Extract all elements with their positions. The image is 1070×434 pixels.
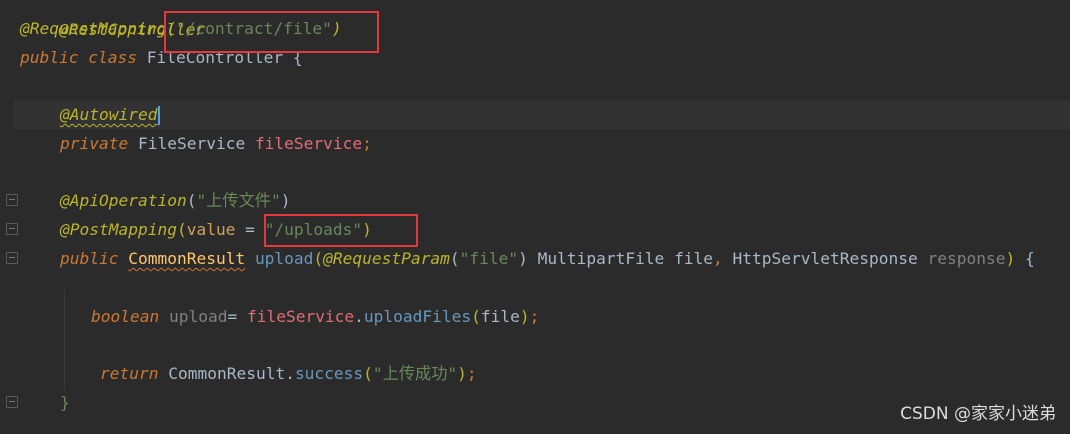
attribute-token: value <box>186 220 236 239</box>
keyword-token: public <box>20 48 79 67</box>
code-line-autowired[interactable]: @Autowired <box>60 100 161 129</box>
highlight-box-contract-path <box>164 11 379 53</box>
code-line-return[interactable]: return CommonResult.success("上传成功"); <box>100 359 477 388</box>
paren-token: ( <box>471 307 481 326</box>
semicolon-token: ; <box>529 307 540 326</box>
method-call-token: uploadFiles <box>363 307 472 326</box>
text-caret <box>158 106 161 125</box>
annotation-token: @Autowired <box>60 105 158 124</box>
paren-token: ( <box>176 220 187 239</box>
paren-token: ( <box>363 364 373 383</box>
variable-token: upload <box>168 307 228 326</box>
brace-token: { <box>1024 249 1035 268</box>
paren-token: ( <box>449 249 460 268</box>
string-token: "上传成功" <box>372 364 458 383</box>
fold-marker-icon[interactable] <box>6 396 18 408</box>
comma-token: , <box>713 249 723 268</box>
highlight-box-uploads-path <box>264 214 418 247</box>
paren-token: ( <box>313 249 324 268</box>
editor-gutter <box>0 0 14 434</box>
fold-marker-icon[interactable] <box>6 223 18 235</box>
dot-token: . <box>354 307 364 326</box>
code-line-field-decl[interactable]: private FileService fileService; <box>60 129 372 158</box>
field-name-token: fileService <box>254 134 363 153</box>
annotation-token: @RequestMapping <box>20 19 167 38</box>
keyword-token: boolean <box>91 307 160 326</box>
current-line-highlight <box>14 100 1070 129</box>
class-name-token: CommonResult <box>168 364 286 383</box>
paren-token: ) <box>1005 249 1016 268</box>
indent-guide <box>64 290 65 390</box>
param-name-token: file <box>674 249 714 268</box>
type-token: FileService <box>137 134 246 153</box>
method-name-token: upload <box>254 249 314 268</box>
string-token: "上传文件" <box>196 191 281 210</box>
fold-marker-icon[interactable] <box>6 252 18 264</box>
keyword-token: public <box>60 249 119 268</box>
annotation-token: @RequestParam <box>323 249 450 268</box>
type-token: MultipartFile <box>537 249 665 268</box>
equals-token: = <box>235 220 265 239</box>
paren-token: ) <box>518 249 528 268</box>
keyword-token: class <box>88 48 137 67</box>
return-type-token: CommonResult <box>128 249 246 268</box>
equals-token: = <box>227 307 238 326</box>
argument-token: file <box>480 307 520 326</box>
paren-token: ) <box>280 191 291 210</box>
watermark-text: CSDN @家家小迷弟 <box>900 404 1056 424</box>
code-editor[interactable]: @RestController @RequestMapping("/contra… <box>0 0 1070 434</box>
code-line-method-decl[interactable]: public CommonResult upload(@RequestParam… <box>60 244 1035 273</box>
code-line-close-brace[interactable]: } <box>60 388 70 417</box>
annotation-token: @ApiOperation <box>60 191 187 210</box>
fold-marker-icon[interactable] <box>6 194 18 206</box>
keyword-token: return <box>100 364 159 383</box>
semicolon-token: ; <box>362 134 372 153</box>
semicolon-token: ; <box>466 364 477 383</box>
field-ref-token: fileService <box>246 307 355 326</box>
string-token: "file" <box>459 249 519 268</box>
param-name-token: response <box>927 249 1006 268</box>
keyword-token: private <box>60 134 129 153</box>
code-line-upload-call[interactable]: boolean upload= fileService.uploadFiles(… <box>91 302 539 331</box>
paren-token: ( <box>186 191 197 210</box>
method-call-token: success <box>294 364 364 383</box>
brace-token: } <box>60 393 70 412</box>
type-token: HttpServletResponse <box>732 249 918 268</box>
annotation-token: @PostMapping <box>60 220 177 239</box>
code-line-api-operation[interactable]: @ApiOperation("上传文件") <box>60 186 290 215</box>
dot-token: . <box>285 364 295 383</box>
paren-token: ) <box>457 364 467 383</box>
paren-token: ) <box>519 307 530 326</box>
